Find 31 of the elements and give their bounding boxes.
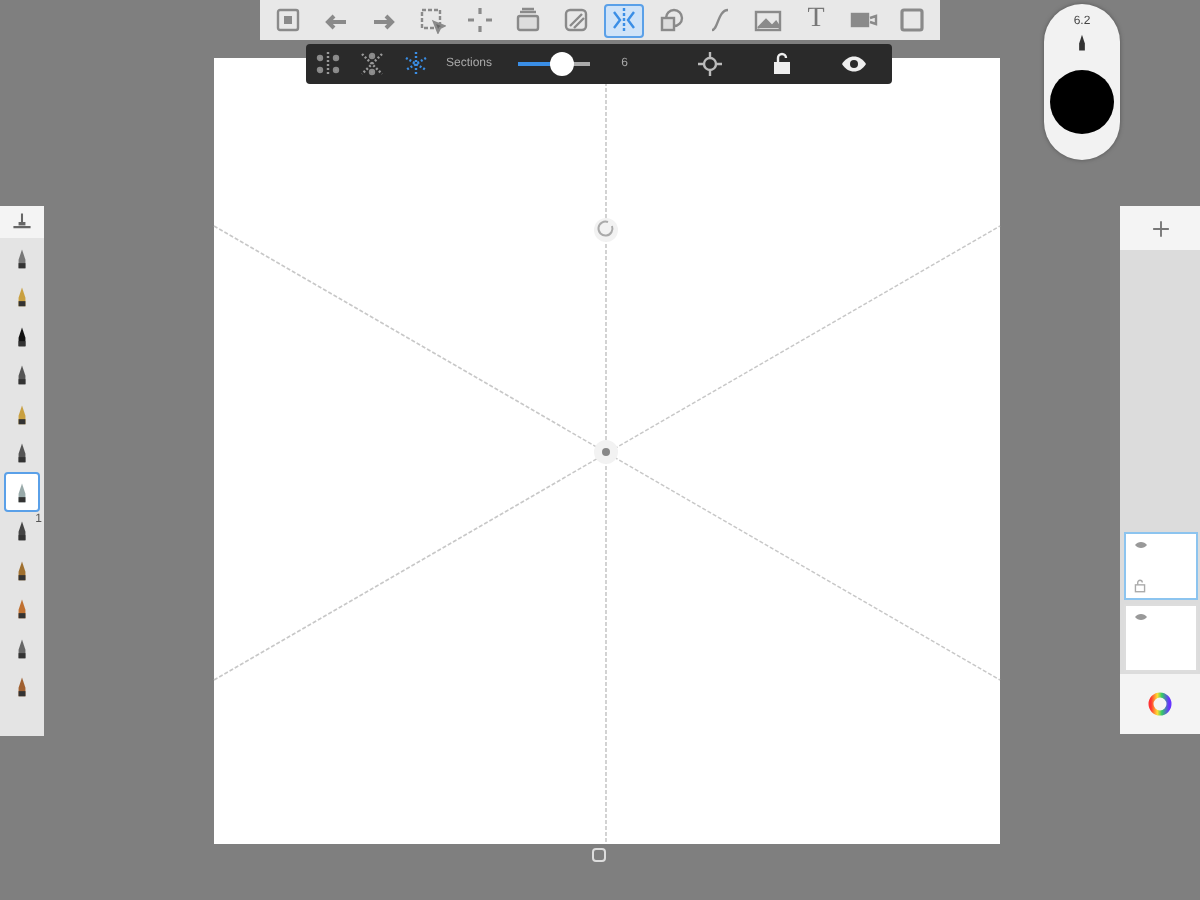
layers-stack-icon	[514, 6, 542, 34]
shapes-icon	[658, 6, 686, 34]
plus-icon	[1149, 217, 1171, 239]
color-wheel-icon[interactable]	[1148, 692, 1172, 716]
selection-icon	[418, 6, 446, 34]
mirror-dots-icon	[314, 50, 342, 78]
bottom-handle-icon[interactable]	[592, 848, 606, 862]
color-puck[interactable]	[1050, 70, 1114, 134]
text-tool-button[interactable]: T	[796, 3, 836, 37]
eye-icon	[1132, 610, 1150, 624]
brush-library-icon	[10, 210, 34, 234]
layer-thumbnail[interactable]	[1124, 532, 1198, 600]
ruler-icon	[562, 6, 590, 34]
rotate-handle[interactable]	[594, 218, 618, 242]
symmetry-icon	[610, 6, 638, 34]
panel-icon	[274, 6, 302, 34]
brush-button[interactable]	[4, 472, 40, 511]
lock-icon	[768, 50, 796, 78]
lock-icon	[1132, 578, 1148, 594]
center-target-icon	[696, 50, 724, 78]
center-handle[interactable]	[594, 440, 618, 464]
curve-icon	[706, 6, 734, 34]
move-icon	[466, 6, 494, 34]
snowflake-icon	[402, 50, 430, 78]
image-icon	[754, 6, 782, 34]
radial-dots-icon	[358, 50, 386, 78]
eye-icon	[1132, 538, 1150, 552]
layer-thumbnail[interactable]	[1124, 604, 1198, 672]
canvas-icon	[898, 6, 926, 34]
slider-thumb[interactable]	[549, 52, 574, 76]
tool-button[interactable]	[604, 3, 644, 37]
